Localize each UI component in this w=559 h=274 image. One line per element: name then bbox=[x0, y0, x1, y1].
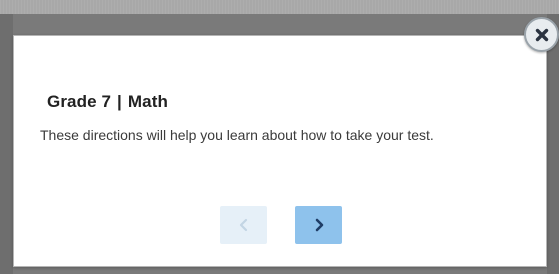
dialog-title: Grade 7 | Math bbox=[47, 92, 168, 112]
chevron-left-icon bbox=[239, 218, 247, 232]
directions-dialog: Grade 7 | Math These directions will help … bbox=[13, 35, 547, 267]
next-button[interactable] bbox=[295, 206, 342, 244]
backdrop-right bbox=[547, 14, 559, 274]
previous-button[interactable] bbox=[220, 206, 267, 244]
chevron-right-icon bbox=[315, 218, 323, 232]
dialog-title-separator: | bbox=[117, 92, 122, 111]
backdrop-top bbox=[0, 0, 559, 14]
dialog-title-grade: Grade 7 bbox=[47, 92, 112, 111]
close-icon bbox=[535, 28, 548, 41]
dialog-directions-text: These directions will help you learn abo… bbox=[40, 127, 434, 143]
backdrop-left bbox=[0, 14, 13, 274]
close-button[interactable] bbox=[524, 17, 559, 52]
dialog-title-subject: Math bbox=[127, 92, 168, 111]
